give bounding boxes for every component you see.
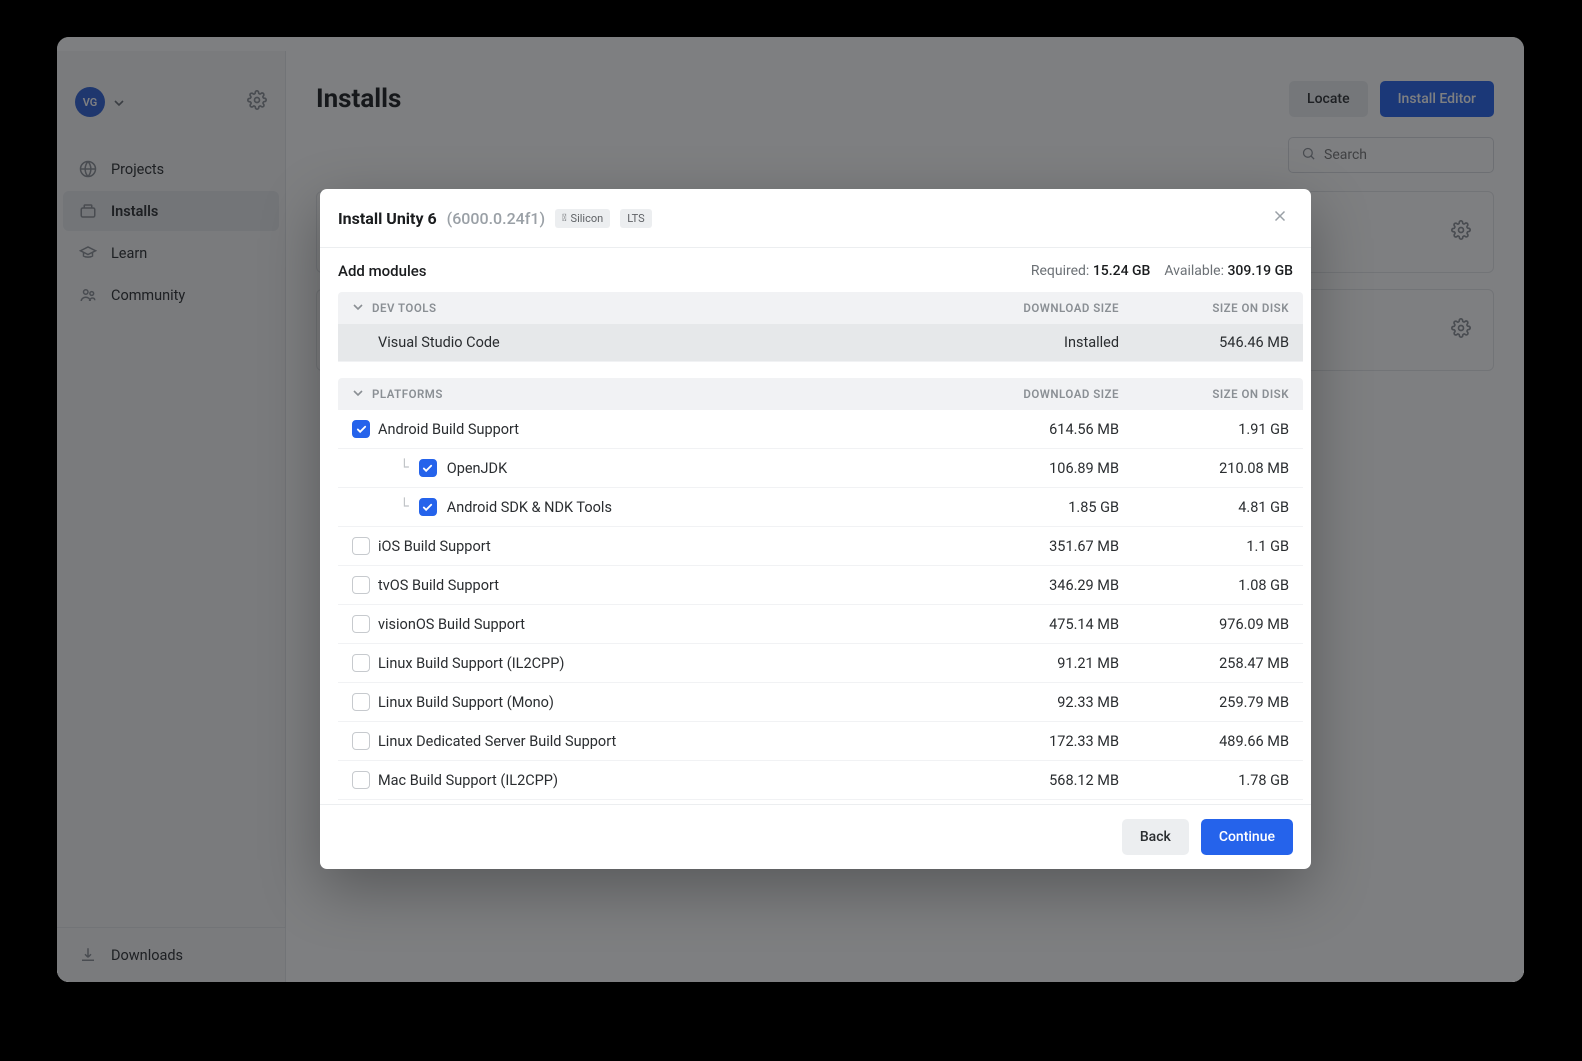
module-size-on-disk: 489.66 MB — [1119, 733, 1289, 750]
available-value: 309.19 GB — [1227, 263, 1293, 279]
module-row[interactable]: iOS Build Support 351.67 MB 1.1 GB — [338, 527, 1303, 566]
available-label: Available: — [1164, 263, 1224, 279]
module-name: Linux Dedicated Server Build Support — [378, 733, 616, 750]
column-download-size: DOWNLOAD SIZE — [939, 301, 1119, 315]
tree-branch-icon: └ — [400, 460, 409, 476]
section-header-platforms[interactable]: PLATFORMS DOWNLOAD SIZE SIZE ON DISK — [338, 378, 1303, 410]
module-name: OpenJDK — [447, 460, 507, 477]
module-size-on-disk: 258.47 MB — [1119, 655, 1289, 672]
module-row[interactable]: └ Android SDK & NDK Tools 1.85 GB 4.81 G… — [338, 488, 1303, 527]
install-modules-modal: Install Unity 6 (6000.0.24f1)  Silicon … — [320, 189, 1311, 869]
module-row[interactable]: Visual Studio Code Installed 546.46 MB — [338, 324, 1303, 362]
module-download-size: 92.33 MB — [939, 694, 1119, 711]
column-download-size: DOWNLOAD SIZE — [939, 387, 1119, 401]
module-row[interactable]: Linux Build Support (IL2CPP) 91.21 MB 25… — [338, 644, 1303, 683]
close-button[interactable] — [1271, 207, 1289, 229]
silicon-chip:  Silicon — [555, 209, 610, 228]
module-size-on-disk: 1.1 GB — [1119, 538, 1289, 555]
module-checkbox[interactable] — [352, 420, 370, 438]
module-name: tvOS Build Support — [378, 577, 499, 594]
back-button[interactable]: Back — [1122, 819, 1189, 855]
module-checkbox[interactable] — [352, 693, 370, 711]
module-name: Visual Studio Code — [378, 334, 939, 351]
module-row[interactable]: Linux Build Support (Mono) 92.33 MB 259.… — [338, 683, 1303, 722]
module-download-size: 91.21 MB — [939, 655, 1119, 672]
app-window: VG Projects — [57, 37, 1524, 982]
module-download-size: 346.29 MB — [939, 577, 1119, 594]
module-download-size: 1.85 GB — [939, 499, 1119, 516]
module-download-size: 568.12 MB — [939, 772, 1119, 789]
module-name: Android Build Support — [378, 421, 519, 438]
module-size-on-disk: 4.81 GB — [1119, 499, 1289, 516]
module-row[interactable]: Linux Dedicated Server Build Support 172… — [338, 722, 1303, 761]
module-download-size: 614.56 MB — [939, 421, 1119, 438]
module-name: Mac Build Support (IL2CPP) — [378, 772, 558, 789]
continue-button[interactable]: Continue — [1201, 819, 1293, 855]
column-size-on-disk: SIZE ON DISK — [1119, 301, 1289, 315]
module-size-on-disk: 976.09 MB — [1119, 616, 1289, 633]
module-download-size: 172.33 MB — [939, 733, 1119, 750]
module-checkbox[interactable] — [352, 771, 370, 789]
module-size-on-disk: 1.91 GB — [1119, 421, 1289, 438]
module-checkbox[interactable] — [352, 537, 370, 555]
module-name: Linux Build Support (Mono) — [378, 694, 554, 711]
module-size-on-disk: 1.78 GB — [1119, 772, 1289, 789]
apple-icon:  — [562, 213, 566, 224]
module-download-size: 106.89 MB — [939, 460, 1119, 477]
module-name: Linux Build Support (IL2CPP) — [378, 655, 564, 672]
module-name: Android SDK & NDK Tools — [447, 499, 612, 516]
modules-list[interactable]: DEV TOOLS DOWNLOAD SIZE SIZE ON DISK Vis… — [320, 292, 1309, 804]
modal-backdrop: Install Unity 6 (6000.0.24f1)  Silicon … — [57, 37, 1524, 982]
module-size-on-disk: 259.79 MB — [1119, 694, 1289, 711]
module-row[interactable]: tvOS Build Support 346.29 MB 1.08 GB — [338, 566, 1303, 605]
module-name: visionOS Build Support — [378, 616, 525, 633]
lts-chip: LTS — [620, 209, 651, 228]
module-download-size: 351.67 MB — [939, 538, 1119, 555]
required-label: Required: — [1031, 263, 1089, 279]
module-download-size: Installed — [939, 334, 1119, 351]
module-size-on-disk: 546.46 MB — [1119, 334, 1289, 351]
module-checkbox[interactable] — [352, 576, 370, 594]
modal-version: (6000.0.24f1) — [447, 209, 545, 228]
modal-title: Install Unity 6 — [338, 209, 437, 228]
chevron-down-icon — [344, 387, 372, 401]
module-row[interactable]: visionOS Build Support 475.14 MB 976.09 … — [338, 605, 1303, 644]
module-size-on-disk: 1.08 GB — [1119, 577, 1289, 594]
module-checkbox[interactable] — [419, 498, 437, 516]
column-size-on-disk: SIZE ON DISK — [1119, 387, 1289, 401]
module-row[interactable]: Android Build Support 614.56 MB 1.91 GB — [338, 410, 1303, 449]
chevron-down-icon — [344, 301, 372, 315]
module-checkbox[interactable] — [352, 732, 370, 750]
module-name: iOS Build Support — [378, 538, 491, 555]
required-value: 15.24 GB — [1093, 263, 1151, 279]
module-checkbox[interactable] — [352, 615, 370, 633]
modal-subheader: Add modules — [338, 262, 427, 280]
section-title: PLATFORMS — [372, 387, 939, 401]
module-download-size: 475.14 MB — [939, 616, 1119, 633]
module-size-on-disk: 210.08 MB — [1119, 460, 1289, 477]
module-row[interactable]: └ OpenJDK 106.89 MB 210.08 MB — [338, 449, 1303, 488]
module-row[interactable]: Mac Build Support (IL2CPP) 568.12 MB 1.7… — [338, 761, 1303, 800]
module-checkbox[interactable] — [352, 654, 370, 672]
section-header-devtools[interactable]: DEV TOOLS DOWNLOAD SIZE SIZE ON DISK — [338, 292, 1303, 324]
module-checkbox[interactable] — [419, 459, 437, 477]
tree-branch-icon: └ — [400, 499, 409, 515]
section-title: DEV TOOLS — [372, 301, 939, 315]
